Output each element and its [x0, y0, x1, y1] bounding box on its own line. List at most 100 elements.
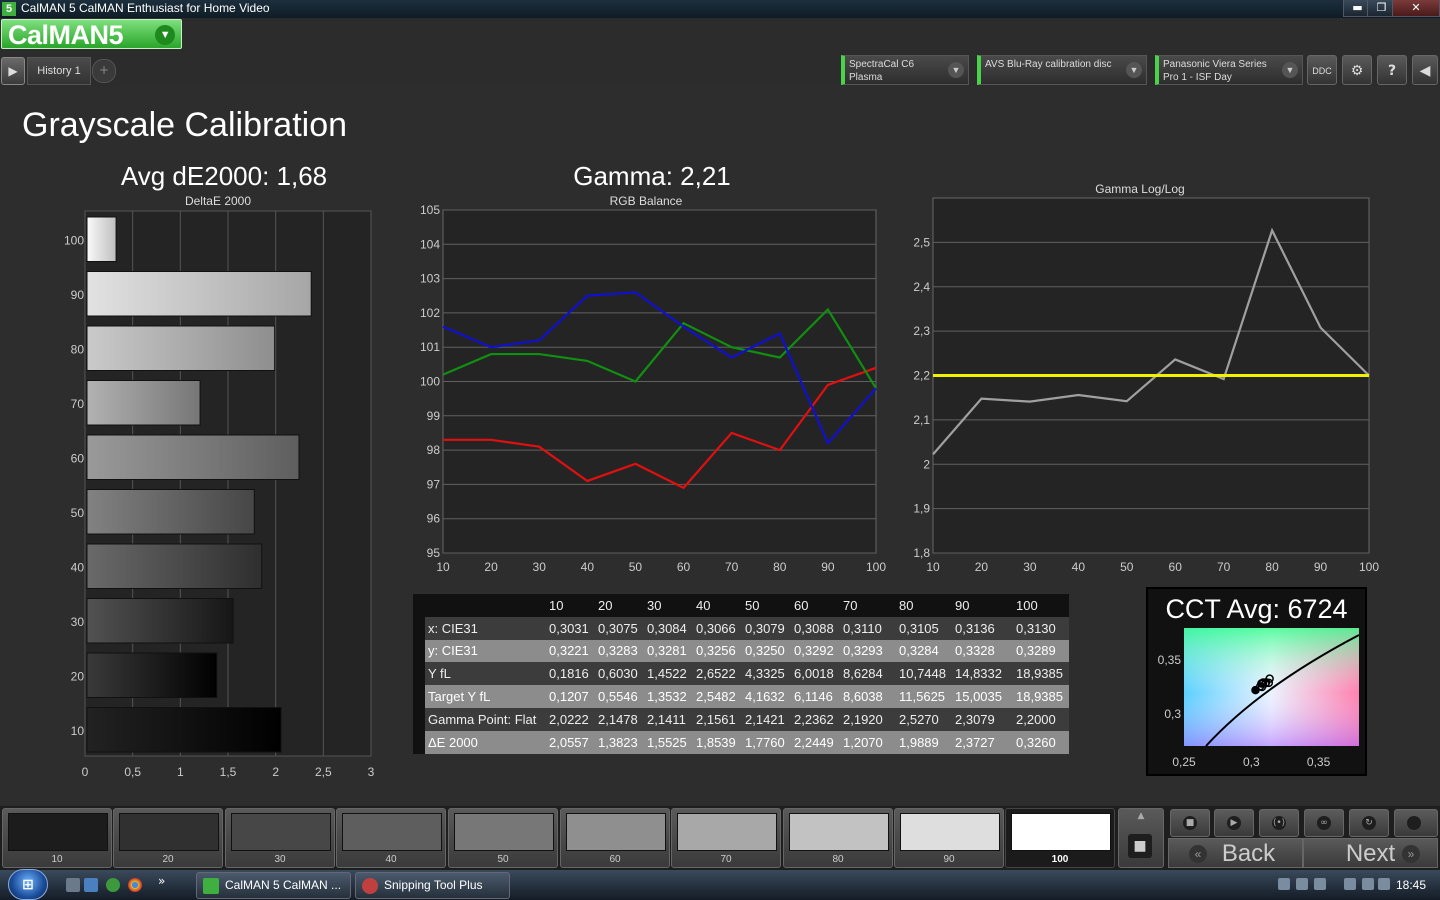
patch-70[interactable]: 70	[671, 808, 781, 868]
x-tick-label: 80	[1265, 560, 1279, 574]
quicklaunch-icon[interactable]	[106, 878, 120, 892]
calman-logo-menu[interactable]: CalMAN5 ▼	[1, 19, 182, 50]
source-selector[interactable]: AVS Blu-Ray calibration disc ▼	[977, 55, 1147, 85]
ddc-button[interactable]: DDC	[1307, 55, 1337, 85]
stop-button[interactable]: ■	[1170, 809, 1210, 837]
history-play-button[interactable]: ▶	[1, 57, 25, 85]
start-button[interactable]: ⊞	[8, 869, 48, 900]
meter-selector[interactable]: SpectraCal C6 Plasma ▼	[841, 55, 969, 85]
patch-100[interactable]: 100	[1005, 808, 1115, 868]
patch-60[interactable]: 60	[560, 808, 670, 868]
x-tick-label: 80	[773, 560, 787, 574]
table-cell: 0,3130	[1016, 616, 1069, 640]
table-header-row: 10 20 30 40 50 60 70 80 90 100	[413, 594, 1069, 617]
tab-history-1[interactable]: History 1	[27, 57, 91, 85]
table-cell: 0,3256	[696, 639, 745, 663]
patch-label: 60	[609, 854, 621, 865]
taskbar-item-calman[interactable]: CalMAN 5 CalMAN ...	[196, 872, 351, 899]
x-tick-label: 0	[82, 765, 89, 779]
calman-icon	[203, 878, 219, 894]
volume-icon[interactable]	[1378, 878, 1390, 890]
table-cell: 0,3110	[843, 616, 899, 640]
y-tick-label: 0,35	[1158, 653, 1182, 667]
play-icon: ▶	[1227, 816, 1241, 830]
patch-80[interactable]: 80	[783, 808, 893, 868]
play-button[interactable]: ▶	[1214, 809, 1254, 837]
table-cell: 2,3079	[955, 707, 1016, 731]
column-header: 80	[899, 594, 955, 617]
patch-label: 50	[497, 854, 509, 865]
read-series-button[interactable]: ⟨•⟩	[1259, 809, 1299, 837]
explorer-icon[interactable]	[84, 878, 98, 892]
y-tick-label: 2,3	[913, 324, 930, 338]
patch-color	[8, 813, 108, 851]
table-cell: 2,2000	[1016, 707, 1069, 731]
avg-de-title: Avg dE2000: 1,68	[120, 161, 328, 191]
continuous-button[interactable]: ∞	[1304, 809, 1344, 837]
measure-single-button[interactable]: ▲ ■	[1118, 808, 1164, 868]
patch-label: 100	[1051, 854, 1069, 865]
display-mode: Pro 1 - ISF Day	[1163, 72, 1232, 83]
x-tick-label: 2,5	[315, 765, 332, 779]
table-cell: 0,3284	[899, 639, 955, 663]
task-label: Snipping Tool Plus	[384, 878, 483, 892]
x-tick-label: 60	[677, 560, 691, 574]
close-button[interactable]: ✕	[1392, 0, 1440, 17]
table-cell: 8,6284	[843, 662, 899, 686]
next-button[interactable]: Next »	[1303, 838, 1438, 868]
window-title: CalMAN 5 CalMAN Enthusiast for Home Vide…	[21, 1, 270, 15]
table-cell: 6,0018	[794, 662, 843, 686]
refresh-button[interactable]: ↻	[1349, 809, 1389, 837]
patch-10[interactable]: 10	[2, 808, 112, 868]
tray-icon[interactable]	[1278, 878, 1290, 890]
table-cell: 4,3325	[745, 662, 794, 686]
patch-20[interactable]: 20	[113, 808, 223, 868]
network-icon[interactable]	[1344, 878, 1356, 890]
patch-30[interactable]: 30	[225, 808, 335, 868]
x-tick-label: 70	[1217, 560, 1231, 574]
add-tab-button[interactable]: +	[92, 59, 116, 83]
y-tick-label: 2	[923, 457, 930, 471]
bar-20	[86, 652, 218, 698]
x-tick-label: 10	[436, 560, 450, 574]
table-cell: 1,8539	[696, 730, 745, 754]
x-tick-label: 100	[1359, 560, 1379, 574]
x-tick-label: 30	[1023, 560, 1037, 574]
bar-10	[86, 707, 282, 753]
show-more-icon[interactable]: »	[158, 874, 165, 888]
battery-icon[interactable]	[1362, 878, 1374, 890]
patch-40[interactable]: 40	[336, 808, 446, 868]
chrome-icon[interactable]	[128, 878, 142, 892]
help-icon[interactable]: ?	[1377, 55, 1407, 85]
taskbar-item-snipping[interactable]: Snipping Tool Plus	[355, 872, 510, 899]
tray-icon[interactable]	[1314, 878, 1326, 890]
table-cell: 1,9889	[899, 730, 955, 754]
x-tick-label: 40	[1072, 560, 1086, 574]
page-title: Grayscale Calibration	[22, 106, 348, 144]
table-cell: 0,3105	[899, 616, 955, 640]
column-header: 100	[1016, 594, 1069, 617]
x-tick-label: 0,3	[1243, 755, 1260, 769]
patch-90[interactable]: 90	[894, 808, 1004, 868]
bar-40	[86, 543, 263, 589]
show-desktop-icon[interactable]	[66, 878, 80, 892]
table-cell: 1,4522	[647, 662, 696, 686]
table-cell: 18,9385	[1016, 662, 1069, 686]
settings-gear-icon[interactable]: ⚙	[1342, 55, 1372, 85]
display-selector[interactable]: Panasonic Viera Series Pro 1 - ISF Day ▼	[1155, 55, 1303, 85]
y-tick-label: 98	[427, 443, 441, 457]
options-button[interactable]	[1394, 809, 1438, 837]
x-tick-label: 40	[581, 560, 595, 574]
patch-label: 10	[51, 854, 63, 865]
up-arrow-icon: ▲	[1137, 811, 1145, 821]
table-cell: 11,5625	[899, 685, 955, 708]
table-row: Target Y fL 0,1207 0,5546 1,3532 2,5482 4,163…	[413, 685, 1069, 708]
y-tick-label: 2,5	[913, 235, 930, 249]
patch-label: 80	[832, 854, 844, 865]
table-cell: 10,7448	[899, 662, 955, 686]
category-label: 80	[71, 342, 85, 356]
tray-icon[interactable]	[1296, 878, 1308, 890]
collapse-panel-icon[interactable]: ◀	[1412, 55, 1438, 85]
patch-50[interactable]: 50	[448, 808, 558, 868]
back-button[interactable]: « Back	[1168, 838, 1303, 868]
